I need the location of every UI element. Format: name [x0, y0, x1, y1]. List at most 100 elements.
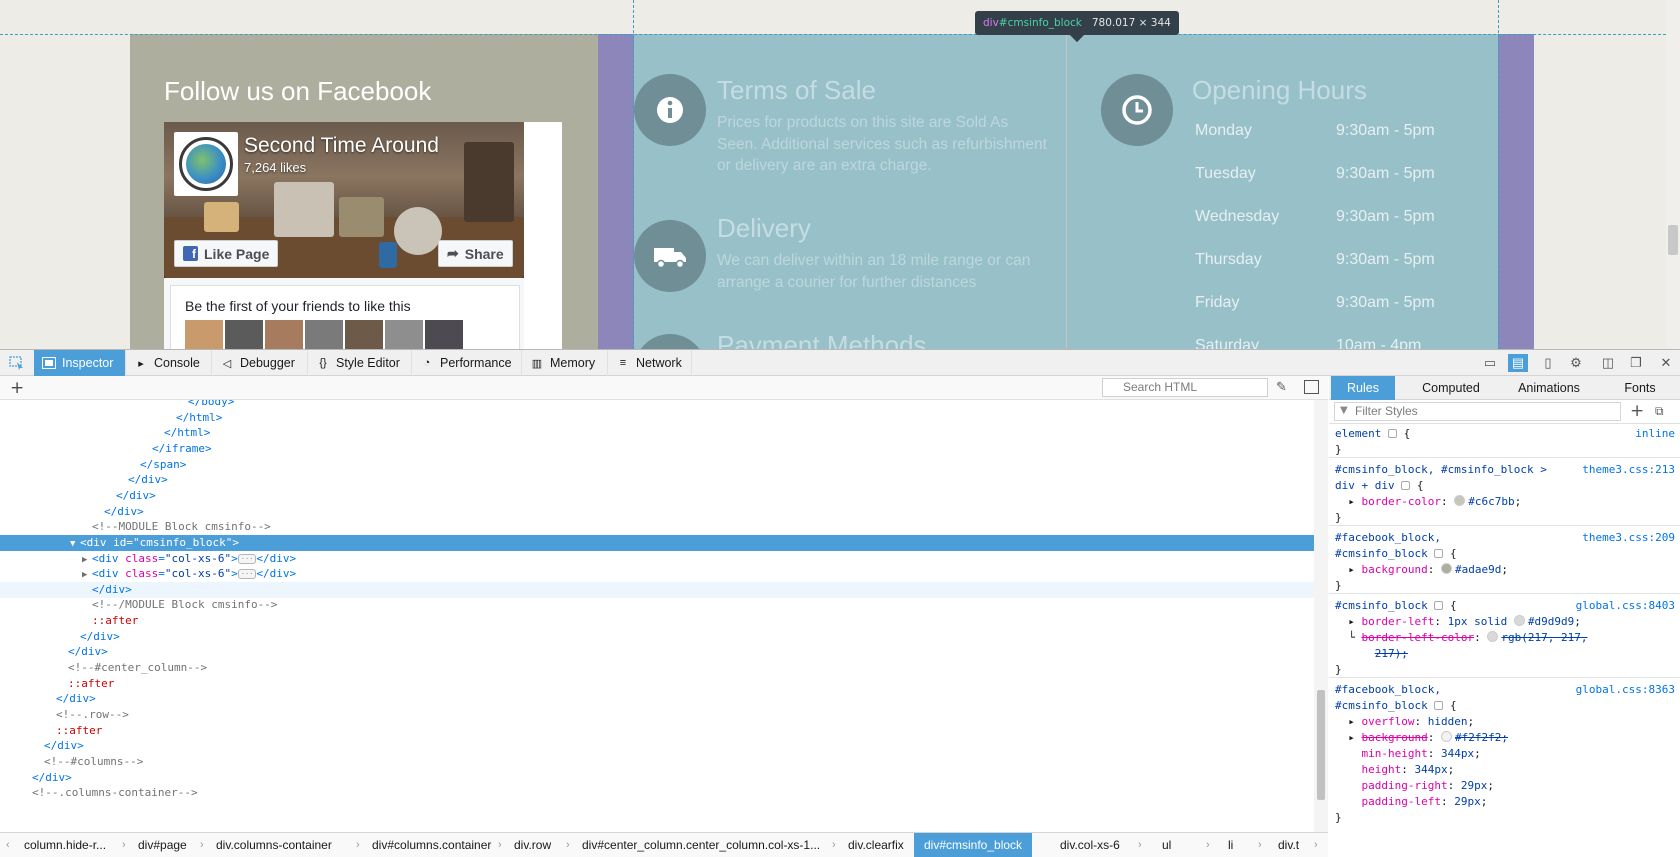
css-declaration[interactable]: min-height: 344px;: [1335, 746, 1675, 762]
markup-node[interactable]: </span>: [0, 457, 1314, 473]
rule-selector[interactable]: #facebook_block, global.css:8363: [1335, 682, 1675, 698]
page-scrollbar[interactable]: [1666, 0, 1680, 349]
facebook-share-button[interactable]: ➦ Share: [438, 240, 513, 267]
css-declaration[interactable]: ▸ border-color: #c6c7bb;: [1335, 494, 1675, 510]
markup-node[interactable]: <!--#center_column-->: [0, 660, 1314, 676]
markup-node[interactable]: </iframe>: [0, 441, 1314, 457]
breadcrumb-item[interactable]: div#center_column.center_column.col-xs-1…: [582, 833, 820, 857]
markup-node[interactable]: </div>: [0, 770, 1314, 786]
breadcrumb-item[interactable]: div.row: [514, 833, 551, 857]
tab-fonts[interactable]: Fonts: [1605, 376, 1675, 400]
rule-selector[interactable]: #cmsinfo_block {: [1335, 698, 1675, 714]
breadcrumb-item[interactable]: ul: [1162, 833, 1171, 857]
markup-node[interactable]: <!--#columns-->: [0, 754, 1314, 770]
markup-node[interactable]: ▶ <div class="col-xs-6"> ··· </div>: [0, 551, 1314, 567]
tab-console[interactable]: ▸ Console: [126, 350, 212, 376]
css-declaration-overridden[interactable]: ▸ background: #f2f2f2;: [1335, 730, 1675, 746]
markup-node-selected[interactable]: ▼ <div id="cmsinfo_block">: [0, 534, 1314, 551]
add-rule-button[interactable]: +: [1630, 401, 1644, 421]
markup-node[interactable]: </div>: [0, 581, 1314, 598]
facebook-page-name[interactable]: Second Time Around: [244, 134, 439, 158]
tab-inspector[interactable]: Inspector: [34, 350, 126, 376]
rule-selector[interactable]: div + div {: [1335, 478, 1675, 494]
friend-avatar[interactable]: [425, 320, 463, 349]
friend-avatar[interactable]: [345, 320, 383, 349]
element-picker-button[interactable]: [0, 350, 34, 376]
rule-selector[interactable]: #cmsinfo_block, #cmsinfo_block > theme3.c…: [1335, 462, 1675, 478]
tab-animations[interactable]: Animations: [1505, 376, 1593, 400]
friend-avatar[interactable]: [185, 320, 223, 349]
markup-node[interactable]: </div>: [0, 738, 1314, 754]
markup-node[interactable]: </div>: [0, 488, 1314, 504]
pseudo-class-toggle-icon[interactable]: ⧉: [1655, 404, 1664, 419]
friend-avatar[interactable]: [305, 320, 343, 349]
tab-memory[interactable]: ▥ Memory: [522, 350, 608, 376]
rule-selector[interactable]: #cmsinfo_block {global.css:8403: [1335, 598, 1675, 614]
breadcrumb-scroll-left-icon[interactable]: ‹: [6, 833, 10, 857]
breadcrumb-item[interactable]: div.clearfix: [848, 833, 904, 857]
breadcrumb-item[interactable]: div#page: [138, 833, 187, 857]
tab-rules[interactable]: Rules: [1331, 376, 1395, 400]
markup-node[interactable]: </div>: [0, 504, 1314, 520]
filter-styles-input[interactable]: Filter Styles: [1334, 402, 1621, 421]
split-console-icon[interactable]: ▭: [1480, 354, 1500, 372]
tab-performance[interactable]: ◔ Performance: [412, 350, 522, 376]
separate-window-icon[interactable]: ❐: [1626, 354, 1646, 372]
rule-selector[interactable]: #cmsinfo_block {: [1335, 546, 1675, 562]
markup-node[interactable]: </div>: [0, 691, 1314, 707]
tab-network[interactable]: ≡ Network: [608, 350, 692, 376]
markup-node[interactable]: </body>: [0, 400, 1314, 410]
tab-debugger[interactable]: ◁ Debugger: [212, 350, 308, 376]
css-declaration[interactable]: ▸ overflow: hidden;: [1335, 714, 1675, 730]
css-declaration[interactable]: ▸ border-left: 1px solid #d9d9d9;: [1335, 614, 1675, 630]
breadcrumb-item[interactable]: div.t: [1278, 833, 1299, 857]
markup-node[interactable]: ::after: [0, 676, 1314, 692]
toggle-sidebar-icon[interactable]: [1304, 380, 1319, 394]
responsive-mode-icon[interactable]: ▯: [1538, 354, 1558, 372]
markup-node[interactable]: </div>: [0, 644, 1314, 660]
markup-node[interactable]: </html>: [0, 425, 1314, 441]
markup-node[interactable]: ::after: [0, 723, 1314, 739]
css-declaration[interactable]: ▸ background: #adae9d;: [1335, 562, 1675, 578]
breadcrumb-item[interactable]: li: [1228, 833, 1233, 857]
breadcrumb-item[interactable]: div.col-xs-6: [1060, 833, 1120, 857]
breadcrumb-item[interactable]: column.hide-r...: [24, 833, 106, 857]
rule-selector[interactable]: #facebook_block, theme3.css:209: [1335, 530, 1675, 546]
scratchpad-icon[interactable]: ▤: [1508, 354, 1528, 372]
css-declaration-overridden[interactable]: └ border-left-color: rgb(217, 217,: [1335, 630, 1675, 646]
markup-node[interactable]: </div>: [0, 472, 1314, 488]
breadcrumb-item-active[interactable]: div#cmsinfo_block: [914, 833, 1033, 857]
markup-node[interactable]: </div>: [0, 629, 1314, 645]
markup-node[interactable]: <!--.row-->: [0, 707, 1314, 723]
breadcrumb-item[interactable]: div.columns-container: [216, 833, 332, 857]
dock-side-icon[interactable]: ◫: [1598, 354, 1618, 372]
markup-node[interactable]: ▶ <div class="col-xs-6"> ··· </div>: [0, 566, 1314, 582]
css-declaration[interactable]: padding-left: 29px;: [1335, 794, 1675, 810]
css-declaration[interactable]: height: 344px;: [1335, 762, 1675, 778]
markup-scrollbar-thumb[interactable]: [1317, 690, 1325, 800]
markup-node[interactable]: </html>: [0, 410, 1314, 426]
settings-gear-icon[interactable]: ⚙: [1566, 354, 1586, 372]
close-icon[interactable]: ✕: [1656, 354, 1676, 372]
friend-avatar[interactable]: [385, 320, 423, 349]
tab-style-editor[interactable]: {} Style Editor: [308, 350, 412, 376]
add-node-button[interactable]: +: [10, 378, 24, 398]
facebook-page-logo[interactable]: [174, 132, 238, 196]
friend-avatar[interactable]: [225, 320, 263, 349]
css-declaration[interactable]: padding-right: 29px;: [1335, 778, 1675, 794]
markup-node[interactable]: <!--.columns-container-->: [0, 785, 1314, 801]
breadcrumb-scroll-right-icon[interactable]: ›: [1314, 833, 1318, 857]
friend-avatar[interactable]: [265, 320, 303, 349]
markup-scrollbar[interactable]: [1314, 400, 1328, 832]
eyedropper-icon[interactable]: ✎: [1276, 380, 1287, 395]
breadcrumb-item[interactable]: div#columns.container: [372, 833, 491, 857]
facebook-cover-photo[interactable]: Second Time Around 7,264 likes f Like Pa…: [164, 122, 524, 278]
markup-node[interactable]: ::after: [0, 613, 1314, 629]
tab-computed[interactable]: Computed: [1409, 376, 1493, 400]
markup-node[interactable]: <!--MODULE Block cmsinfo-->: [0, 519, 1314, 535]
markup-node[interactable]: <!--/MODULE Block cmsinfo-->: [0, 597, 1314, 613]
search-html-input[interactable]: Search HTML: [1102, 378, 1268, 397]
page-scrollbar-thumb[interactable]: [1668, 225, 1678, 255]
rule-selector[interactable]: element {inline: [1335, 426, 1675, 442]
facebook-like-page-button[interactable]: f Like Page: [174, 240, 279, 267]
